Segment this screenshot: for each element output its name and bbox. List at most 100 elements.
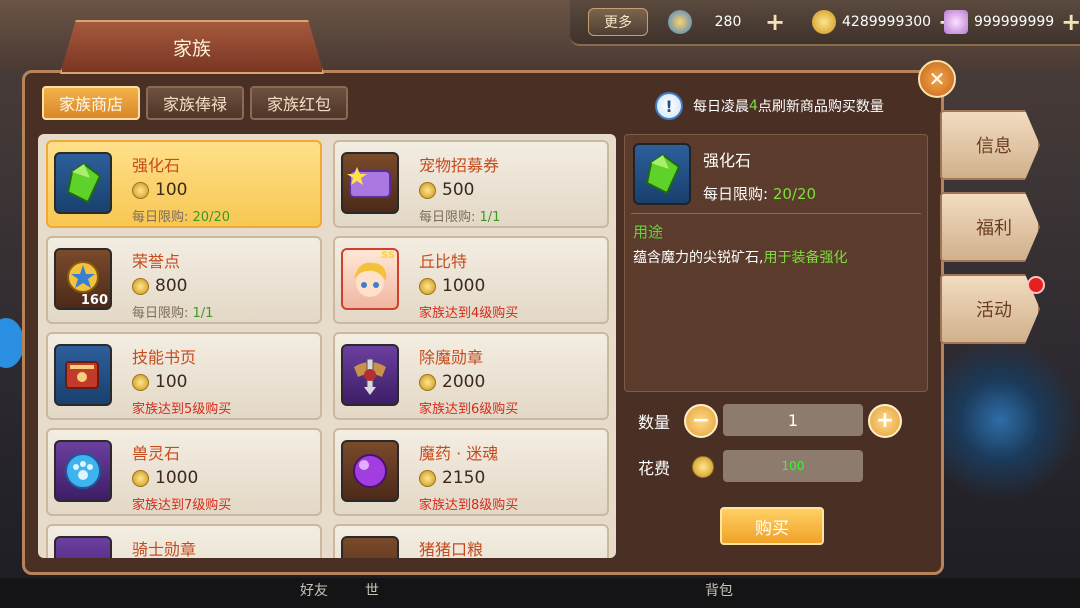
honor-medal-icon: 160 <box>54 248 112 310</box>
limit-label: 每日限购: <box>419 210 476 225</box>
limit-label: 每日限购: <box>132 306 189 321</box>
shop-item-card[interactable]: 猪猪口粮 <box>333 524 609 558</box>
add-honor-button[interactable]: + <box>764 10 786 34</box>
tab-family-shop[interactable]: 家族商店 <box>42 86 140 120</box>
item-name: 兽灵石 <box>132 444 181 463</box>
desc-highlight: 用于装备强化 <box>763 250 848 266</box>
friends-label[interactable]: 好友 <box>300 580 328 600</box>
shop-item-card[interactable]: 除魔勋章 2000 家族达到6级购买 <box>333 332 609 420</box>
detail-limit-value: 20/20 <box>772 185 817 203</box>
shop-item-card[interactable]: 骑士勋章 <box>46 524 322 558</box>
usage-title: 用途 <box>633 223 664 241</box>
shop-item-card[interactable]: 宠物招募券 500 每日限购: 1/1 <box>333 140 609 228</box>
shop-item-card[interactable]: SS 丘比特 1000 家族达到4级购买 <box>333 236 609 324</box>
gold-value: 4289999300 <box>842 14 932 30</box>
detail-item-name: 强化石 <box>703 151 752 170</box>
diamond-currency: 999999999 + <box>944 8 1080 36</box>
bag-label[interactable]: 背包 <box>705 580 733 600</box>
cupid-avatar-icon: SS <box>341 248 399 310</box>
side-tab-events[interactable]: 活动 <box>940 274 1040 344</box>
coin-icon <box>132 373 149 391</box>
close-button[interactable]: ✕ <box>918 60 956 98</box>
item-name: 丘比特 <box>419 252 468 271</box>
panel-title: 家族 <box>60 20 324 74</box>
item-limit: 每日限购: 20/20 <box>132 206 230 225</box>
cost-value: 100 <box>723 450 863 482</box>
gold-currency: 4289999300 + <box>812 8 959 36</box>
item-name: 宠物招募券 <box>419 156 500 175</box>
coin-icon <box>419 181 436 199</box>
side-tab-info[interactable]: 信息 <box>940 110 1040 180</box>
coin-icon <box>132 469 149 487</box>
pet-ticket-icon <box>341 152 399 214</box>
shop-item-card[interactable]: 160 荣誉点 800 每日限购: 1/1 <box>46 236 322 324</box>
desc-plain: 蕴含魔力的尖锐矿石, <box>633 250 764 266</box>
shop-item-grid[interactable]: 强化石 100 每日限购: 20/20 宠物招募券 500 每日限购: 1/1 … <box>38 134 616 558</box>
price-value: 100 <box>155 372 188 392</box>
tab-family-salary[interactable]: 家族俸禄 <box>146 86 244 120</box>
item-requirement: 家族达到8级购买 <box>419 498 519 513</box>
item-requirement: 家族达到7级购买 <box>132 498 232 513</box>
honor-value: 280 <box>714 14 742 30</box>
cost-label: 花费 <box>638 459 671 478</box>
increase-quantity-button[interactable]: + <box>868 404 902 438</box>
notice-hour: 4 <box>749 98 758 114</box>
currency-bar: 更多 280 + 4289999300 + 999999999 + <box>570 0 1080 46</box>
price-value: 1000 <box>155 468 199 488</box>
limit-value: 1/1 <box>192 306 214 321</box>
shop-item-card[interactable]: 兽灵石 1000 家族达到7级购买 <box>46 428 322 516</box>
price-value: 800 <box>155 276 188 296</box>
item-name: 除魔勋章 <box>419 348 484 367</box>
usage-description: 蕴含魔力的尖锐矿石,用于装备强化 <box>633 247 847 267</box>
price-value: 100 <box>155 180 188 200</box>
item-name: 技能书页 <box>132 348 197 367</box>
info-icon: ! <box>655 92 683 120</box>
coin-icon <box>132 181 149 199</box>
item-price: 800 <box>132 276 187 296</box>
item-detail-panel: 强化石 每日限购: 20/20 用途 蕴含魔力的尖锐矿石,用于装备强化 <box>624 134 928 392</box>
quantity-label: 数量 <box>638 413 671 432</box>
coin-icon <box>812 10 836 34</box>
rarity-badge: SS <box>381 250 395 261</box>
more-button[interactable]: 更多 <box>588 8 648 36</box>
skill-book-icon <box>54 344 112 406</box>
honor-currency: 280 + <box>668 8 786 36</box>
shop-item-card[interactable]: 强化石 100 每日限购: 20/20 <box>46 140 322 228</box>
item-price: 1000 <box>132 468 198 488</box>
price-value: 500 <box>442 180 475 200</box>
limit-label: 每日限购: <box>132 210 189 225</box>
sword-medal-icon <box>341 344 399 406</box>
item-name: 魔药 · 迷魂 <box>419 444 499 463</box>
quantity-field[interactable]: 1 <box>723 404 863 436</box>
minus-icon: − <box>691 408 711 433</box>
item-name: 骑士勋章 <box>132 540 197 558</box>
coin-icon <box>419 277 436 295</box>
side-tab-welfare[interactable]: 福利 <box>940 192 1040 262</box>
item-price: 2000 <box>419 372 485 392</box>
shop-item-card[interactable]: 魔药 · 迷魂 2150 家族达到8级购买 <box>333 428 609 516</box>
shop-item-card[interactable]: 技能书页 100 家族达到5级购买 <box>46 332 322 420</box>
knight-medal-icon <box>54 536 112 558</box>
decrease-quantity-button[interactable]: − <box>684 404 718 438</box>
notice-text-pre: 每日凌晨 <box>693 99 749 115</box>
coin-icon <box>692 456 714 478</box>
item-name: 猪猪口粮 <box>419 540 484 558</box>
green-crystal-icon <box>633 143 691 205</box>
tab-family-red-envelope[interactable]: 家族红包 <box>250 86 348 120</box>
item-limit: 每日限购: 1/1 <box>132 302 213 321</box>
detail-limit-label: 每日限购: <box>703 185 769 203</box>
item-limit: 每日限购: 1/1 <box>419 206 500 225</box>
item-price: 100 <box>132 180 187 200</box>
notice-text-post: 点刷新商品购买数量 <box>757 99 884 115</box>
add-diamond-button[interactable]: + <box>1060 10 1080 34</box>
price-value: 2150 <box>442 468 486 488</box>
world-label[interactable]: 世 <box>365 580 379 600</box>
buy-button[interactable]: 购买 <box>720 507 824 545</box>
price-value: 2000 <box>442 372 486 392</box>
limit-value: 20/20 <box>192 210 230 225</box>
badge-icon <box>668 10 692 34</box>
price-value: 1000 <box>442 276 486 296</box>
limit-value: 1/1 <box>479 210 501 225</box>
purple-potion-icon <box>341 440 399 502</box>
coin-icon <box>419 373 436 391</box>
